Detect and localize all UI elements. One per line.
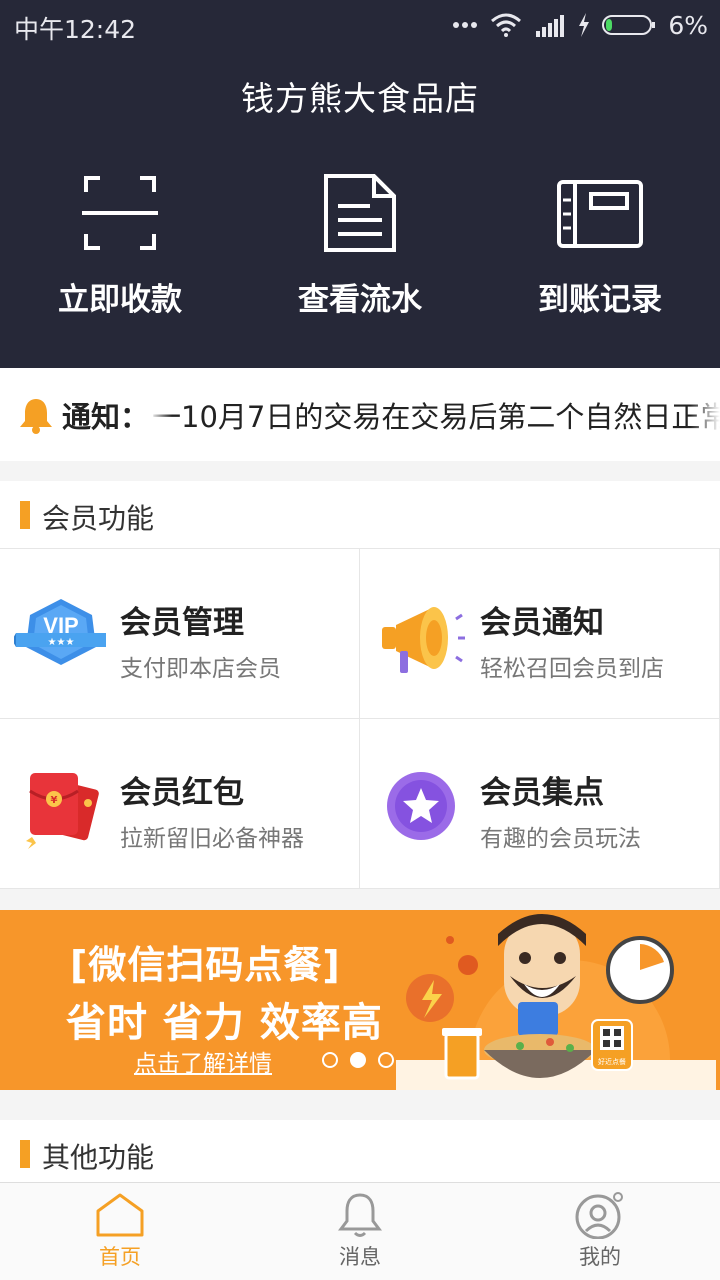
- bottom-tab-bar: 首页 消息 我的: [0, 1182, 720, 1280]
- member-management-title: 会员管理: [120, 605, 244, 641]
- banner-dot-1[interactable]: [322, 1052, 338, 1068]
- member-redpacket-card[interactable]: ¥ 会员红包 拉新留旧必备神器: [0, 719, 360, 889]
- view-transactions-label: 查看流水: [298, 282, 422, 318]
- tab-messages-label: 消息: [339, 1245, 381, 1269]
- banner-headline: [微信扫码点餐]: [70, 943, 341, 987]
- member-notify-card[interactable]: 会员通知 轻松召回会员到店: [360, 549, 720, 719]
- member-section-title: 会员功能: [42, 502, 155, 535]
- member-points-card[interactable]: 会员集点 有趣的会员玩法: [360, 719, 720, 889]
- member-redpacket-title: 会员红包: [120, 775, 244, 811]
- banner-learn-more-link[interactable]: 点击了解详情: [134, 1044, 272, 1078]
- more-dots-icon: [453, 22, 478, 28]
- other-section-header: 其他功能: [0, 1120, 720, 1188]
- tab-messages[interactable]: 消息: [240, 1183, 480, 1280]
- settlement-records-label: 到账记录: [538, 282, 662, 318]
- home-icon: [96, 1193, 144, 1237]
- section-accent-bar: [20, 1140, 30, 1168]
- banner-dot-2[interactable]: [350, 1052, 366, 1068]
- banner-pagination[interactable]: [322, 1052, 394, 1068]
- tab-profile-label: 我的: [579, 1245, 621, 1269]
- status-icons: 6%: [452, 8, 708, 42]
- collect-payment-button[interactable]: 立即收款: [0, 170, 240, 320]
- member-notify-title: 会员通知: [480, 605, 604, 641]
- vip-badge-icon: VIP ★★★: [14, 599, 106, 665]
- scan-icon: [82, 176, 158, 250]
- tab-home-label: 首页: [99, 1245, 141, 1269]
- member-management-card[interactable]: VIP ★★★ 会员管理 支付即本店会员: [0, 549, 360, 719]
- notice-fade-right: [690, 368, 720, 461]
- settlement-records-button[interactable]: 到账记录: [480, 170, 720, 320]
- status-time: 中午12:42: [14, 15, 137, 44]
- status-bar: 中午12:42 6%: [0, 0, 720, 50]
- notice-fade-left: [150, 368, 172, 461]
- member-points-title: 会员集点: [480, 775, 604, 811]
- banner-illustration: 好近点餐: [396, 914, 716, 1090]
- megaphone-icon: [382, 607, 465, 673]
- bell-icon: [20, 399, 52, 434]
- tab-home[interactable]: 首页: [0, 1183, 240, 1280]
- qr-label: 好近点餐: [598, 1057, 626, 1066]
- charging-icon: [579, 13, 590, 37]
- other-section-title: 其他功能: [42, 1141, 155, 1174]
- svg-text:VIP: VIP: [43, 613, 78, 638]
- svg-text:★★★: ★★★: [48, 637, 75, 648]
- card-icon: [557, 180, 643, 248]
- banner-dot-3[interactable]: [378, 1052, 394, 1068]
- header: 中午12:42 6% 钱方熊大食品店 立即收款 查看流水 到账记录: [0, 0, 720, 368]
- document-icon: [324, 174, 396, 252]
- svg-text:¥: ¥: [51, 795, 58, 806]
- star-badge-icon: [387, 772, 455, 840]
- red-envelope-icon: ¥: [26, 773, 99, 849]
- profile-icon: [575, 1192, 623, 1239]
- tab-profile[interactable]: 我的: [480, 1183, 720, 1280]
- notice-text: 一10月7日的交易在交易后第二个自然日正常: [152, 400, 720, 434]
- member-management-subtitle: 支付即本店会员: [120, 656, 281, 682]
- battery-icon: [602, 15, 656, 35]
- view-transactions-button[interactable]: 查看流水: [240, 170, 480, 320]
- collect-payment-label: 立即收款: [58, 282, 182, 318]
- member-points-subtitle: 有趣的会员玩法: [480, 826, 641, 852]
- member-feature-grid: VIP ★★★ 会员管理 支付即本店会员 会员通知 轻松召回会员到店 ¥ 会员红…: [0, 549, 720, 889]
- battery-percent: 6%: [668, 10, 708, 40]
- member-section-header: 会员功能: [0, 481, 720, 549]
- section-accent-bar: [20, 501, 30, 529]
- shop-title: 钱方熊大食品店: [241, 79, 479, 118]
- banner-tagline: 省时 省力 效率高: [66, 1000, 383, 1046]
- member-redpacket-subtitle: 拉新留旧必备神器: [120, 826, 304, 852]
- signal-icon: [536, 15, 565, 37]
- bell-icon: [338, 1193, 382, 1237]
- wifi-icon: [491, 13, 522, 37]
- notice-label: 通知：: [62, 400, 150, 434]
- member-notify-subtitle: 轻松召回会员到店: [480, 656, 664, 682]
- notice-bar[interactable]: 通知： 一10月7日的交易在交易后第二个自然日正常: [0, 368, 720, 461]
